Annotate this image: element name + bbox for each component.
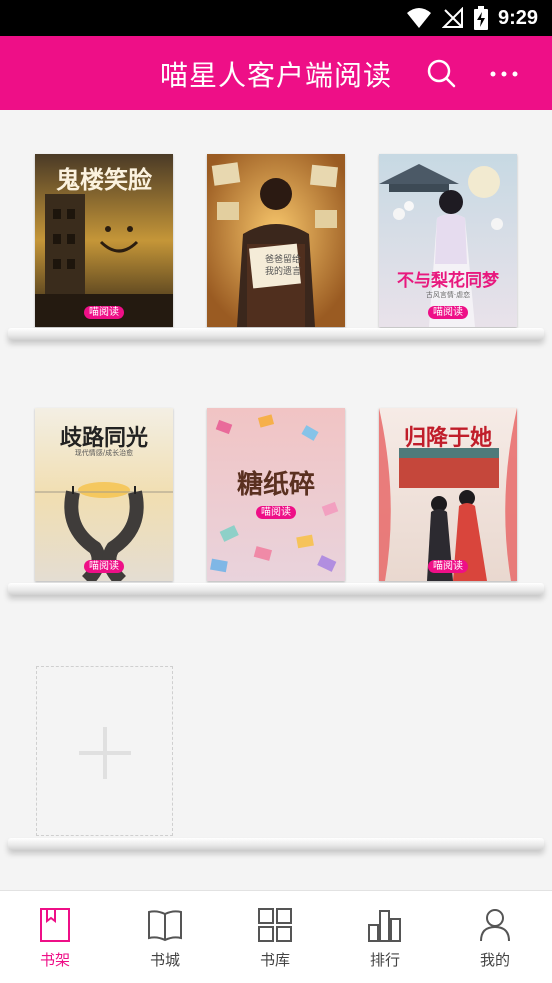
search-button[interactable] xyxy=(424,56,460,92)
book-1-title: 鬼楼笑脸 xyxy=(56,165,152,194)
wifi-icon xyxy=(406,8,431,28)
book-2-art xyxy=(207,154,345,327)
bar-chart-icon xyxy=(368,910,401,942)
book-3-title: 不与梨花同梦 xyxy=(397,271,499,291)
book-5-brand-badge: 喵阅读 xyxy=(256,506,296,519)
book-4-brand-badge: 喵阅读 xyxy=(84,560,124,573)
open-book-icon xyxy=(148,910,182,942)
book-3-art xyxy=(379,154,517,327)
grid-icon xyxy=(258,908,292,942)
book-cover-5[interactable]: 糖纸碎 喵阅读 xyxy=(207,408,345,581)
app-title: 喵星人客户端阅读 xyxy=(160,59,393,92)
nav-library[interactable]: 书库 xyxy=(220,891,330,981)
book-cover-2[interactable]: 爸爸留给 我的遗言 xyxy=(207,154,345,327)
book-2-note: 爸爸留给 我的遗言 xyxy=(261,254,305,278)
nav-library-label: 书库 xyxy=(259,951,290,969)
nav-bookshelf[interactable]: 书架 xyxy=(0,891,110,981)
nav-profile-label: 我的 xyxy=(479,951,510,969)
nav-bookstore[interactable]: 书城 xyxy=(110,891,220,981)
status-time: 9:29 xyxy=(497,6,538,29)
nav-bookstore-label: 书城 xyxy=(149,951,180,969)
no-signal-icon xyxy=(441,7,463,28)
book-cover-6[interactable]: 归降于她 喵阅读 xyxy=(379,408,517,581)
nav-ranking[interactable]: 排行 xyxy=(330,891,440,981)
book-cover-4[interactable]: 歧路同光 现代情感/成长治愈 喵阅读 xyxy=(35,408,173,581)
book-3-subtitle: 古风言情·虐恋 xyxy=(425,291,471,299)
nav-ranking-label: 排行 xyxy=(369,951,400,969)
book-cover-1[interactable]: 鬼楼笑脸 喵阅读 xyxy=(35,154,173,327)
bookshelf-icon xyxy=(40,908,70,942)
book-6-brand-badge: 喵阅读 xyxy=(428,560,468,573)
book-2-note-line-1: 爸爸留给 xyxy=(264,255,301,265)
book-3-brand-badge: 喵阅读 xyxy=(428,306,468,319)
more-options-button[interactable] xyxy=(484,56,524,92)
status-bar: 9:29 xyxy=(0,0,552,36)
shelf-3 xyxy=(8,838,544,850)
plus-icon xyxy=(79,727,131,779)
battery-charging-icon xyxy=(473,6,488,30)
book-5-title: 糖纸碎 xyxy=(236,470,315,500)
app-bar: 喵星人客户端阅读 xyxy=(0,36,552,110)
book-4-subtitle: 现代情感/成长治愈 xyxy=(74,449,134,457)
bottom-navigation: 书架 书城 书库 排行 我的 xyxy=(0,890,552,983)
shelf-1 xyxy=(8,328,544,340)
book-2-note-line-2: 我的遗言 xyxy=(264,267,301,277)
add-book-slot[interactable] xyxy=(36,666,173,836)
book-cover-3[interactable]: 不与梨花同梦 古风言情·虐恋 喵阅读 xyxy=(379,154,517,327)
bookshelf: 鬼楼笑脸 喵阅读 爸爸留给 我的遗言 不与梨花同梦 古风言情·虐恋 喵阅读 歧路… xyxy=(0,110,552,890)
book-1-brand-badge: 喵阅读 xyxy=(84,306,124,319)
book-6-title: 归降于她 xyxy=(403,425,492,451)
nav-bookshelf-label: 书架 xyxy=(39,951,70,969)
more-dots-icon xyxy=(490,71,518,77)
search-icon xyxy=(427,59,456,88)
nav-profile[interactable]: 我的 xyxy=(440,891,550,981)
shelf-2 xyxy=(8,583,544,595)
person-icon xyxy=(480,909,510,942)
